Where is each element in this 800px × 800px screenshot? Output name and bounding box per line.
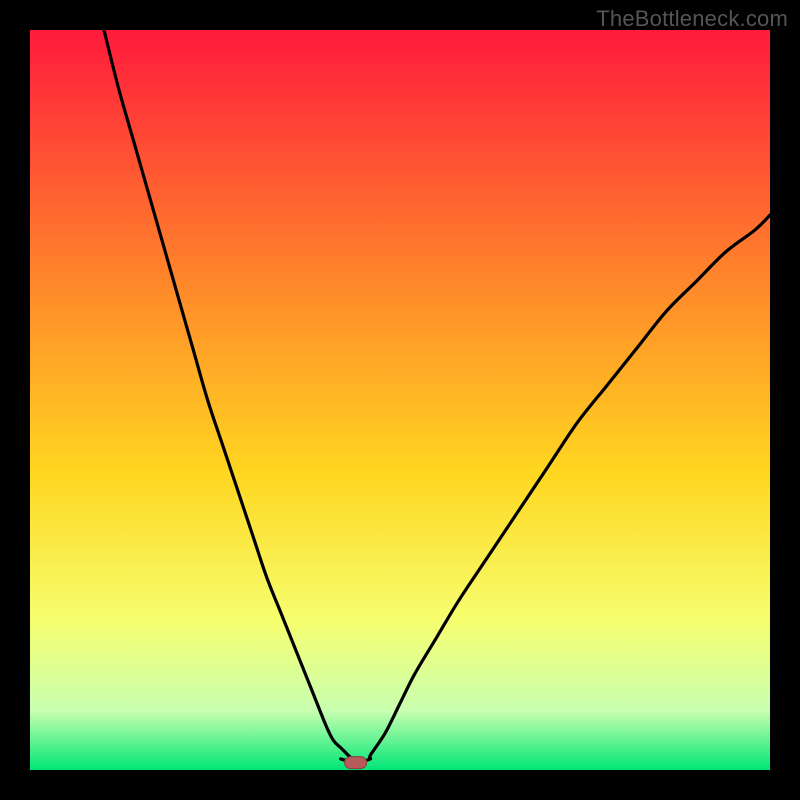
watermark-text: TheBottleneck.com (596, 6, 788, 32)
gradient-background (30, 30, 770, 770)
chart-frame: TheBottleneck.com (0, 0, 800, 800)
notch-marker (345, 757, 367, 769)
plot-area (30, 30, 770, 770)
bottleneck-curve-chart (30, 30, 770, 770)
